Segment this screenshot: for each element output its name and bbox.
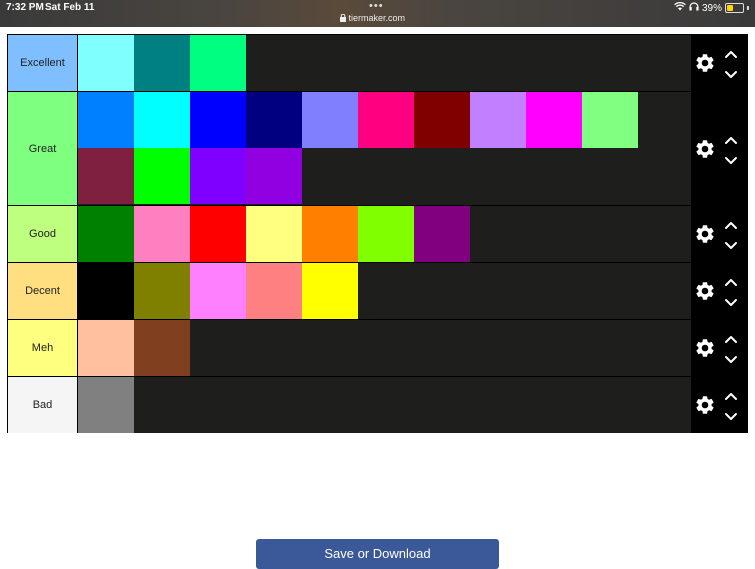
chevron-up-icon[interactable] [724,46,738,58]
status-bar: 7:32 PM Sat Feb 11 ••• tiermaker.com 39% [0,0,755,27]
tier-item-tile[interactable] [78,320,134,376]
tier-item-tile[interactable] [526,92,582,148]
gear-icon[interactable] [694,52,716,74]
tier-items [78,320,691,376]
tier-controls [691,320,747,376]
tier-controls [691,206,747,262]
tier-row-good: Good [8,206,747,262]
wifi-icon [674,1,686,14]
battery-percent: 39% [701,2,722,14]
battery-icon [725,3,744,13]
url-text: tiermaker.com [348,13,406,23]
status-indicators: 39% [674,1,749,14]
tier-label[interactable]: Meh [8,320,78,376]
tier-item-tile[interactable] [190,92,246,148]
tier-label[interactable]: Excellent [8,35,78,91]
tier-item-tile[interactable] [190,263,246,319]
tier-controls [691,263,747,319]
chevron-up-icon[interactable] [724,388,738,400]
tier-row-decent: Decent [8,263,747,319]
tier-label[interactable]: Great [8,92,78,205]
chevron-down-icon[interactable] [724,238,738,249]
tier-item-tile[interactable] [134,206,190,262]
tier-item-tile[interactable] [78,148,134,204]
tier-items [78,35,691,91]
tier-label[interactable]: Good [8,206,78,262]
tier-item-tile[interactable] [134,148,190,204]
chevron-down-icon[interactable] [724,352,738,363]
tier-item-tile[interactable] [190,148,246,204]
tier-row-great: Great [8,92,747,205]
tier-items [78,263,691,319]
tier-item-tile[interactable] [414,92,470,148]
tier-controls [691,35,747,91]
tier-item-tile[interactable] [302,263,358,319]
chevron-up-icon[interactable] [724,217,738,229]
tier-item-tile[interactable] [134,263,190,319]
tier-label[interactable]: Decent [8,263,78,319]
gear-icon[interactable] [694,394,716,416]
tier-item-tile[interactable] [134,92,190,148]
tier-item-tile[interactable] [414,206,470,262]
tier-item-tile[interactable] [134,320,190,376]
tier-item-tile[interactable] [302,92,358,148]
tier-items [78,377,691,433]
tier-item-tile[interactable] [78,206,134,262]
tier-row-meh: Meh [8,320,747,376]
tier-item-tile[interactable] [78,377,134,433]
chevron-up-icon[interactable] [724,132,738,144]
tier-item-tile[interactable] [78,35,134,91]
tier-controls [691,377,747,433]
tier-item-tile[interactable] [246,263,302,319]
browser-menu-dots[interactable]: ••• [369,0,384,12]
save-download-button[interactable]: Save or Download [256,539,499,569]
gear-icon[interactable] [694,337,716,359]
tier-item-tile[interactable] [246,148,302,204]
tier-items [78,92,691,205]
battery-tip [747,6,749,10]
address-bar[interactable]: tiermaker.com [340,13,405,23]
chevron-down-icon[interactable] [724,409,738,420]
gear-icon[interactable] [694,280,716,302]
tier-item-tile[interactable] [582,92,638,148]
tier-controls [691,92,747,205]
chevron-down-icon[interactable] [724,67,738,78]
tier-item-tile[interactable] [246,206,302,262]
gear-icon[interactable] [694,223,716,245]
status-date: Sat Feb 11 [45,2,95,13]
tier-items [78,206,691,262]
tier-row-bad: Bad [8,377,747,433]
status-time: 7:32 PM [6,2,44,13]
chevron-down-icon[interactable] [724,153,738,164]
tier-item-tile[interactable] [302,206,358,262]
tier-item-tile[interactable] [78,263,134,319]
tier-label[interactable]: Bad [8,377,78,433]
tier-item-tile[interactable] [78,92,134,148]
chevron-up-icon[interactable] [724,274,738,286]
gear-icon[interactable] [694,138,716,160]
tier-item-tile[interactable] [190,35,246,91]
lock-icon [340,13,349,23]
chevron-up-icon[interactable] [724,331,738,343]
tier-item-tile[interactable] [358,92,414,148]
headphones-icon [689,2,699,14]
chevron-down-icon[interactable] [724,295,738,306]
battery-level [727,5,733,11]
tier-item-tile[interactable] [358,206,414,262]
tier-item-tile[interactable] [470,92,526,148]
tier-item-tile[interactable] [246,92,302,148]
tier-item-tile[interactable] [134,35,190,91]
tier-row-excellent: Excellent [8,35,747,91]
tier-item-tile[interactable] [190,206,246,262]
tier-list: Excellent Great Good Decent Meh Bad [7,34,748,433]
